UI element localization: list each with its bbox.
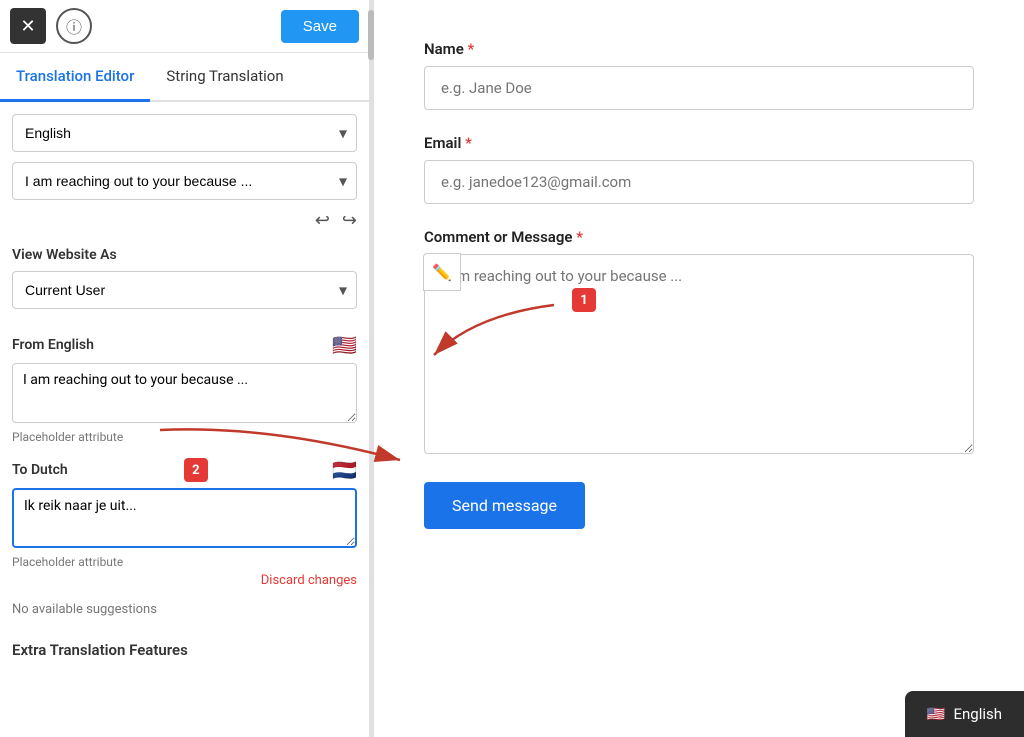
from-placeholder-attr-label: Placeholder attribute [12, 430, 357, 444]
step2-badge: 2 [184, 458, 208, 482]
extra-translation-title: Extra Translation Features [12, 631, 357, 659]
right-panel: Name * Email * Comment or Message * ✏️ [374, 0, 1024, 737]
to-dutch-title: To Dutch [12, 462, 68, 478]
view-as-dropdown-wrapper: Current User ▾ [12, 271, 357, 309]
step1-badge: 1 [572, 288, 596, 312]
name-required-star: * [468, 40, 475, 58]
to-placeholder-attr-label: Placeholder attribute [12, 555, 357, 569]
message-required-star: * [576, 228, 583, 246]
undo-button[interactable]: ↩ [315, 210, 330, 231]
view-website-as-label: View Website As [12, 247, 357, 263]
textarea-wrapper: ✏️ [424, 254, 974, 458]
string-dropdown[interactable]: I am reaching out to your because ... [12, 162, 357, 200]
send-message-button[interactable]: Send message [424, 482, 585, 529]
message-textarea[interactable] [424, 254, 974, 454]
close-button[interactable]: ✕ [10, 8, 46, 44]
language-badge-label: English [953, 705, 1002, 723]
to-dutch-header: To Dutch 2 🇳🇱 [12, 458, 357, 482]
undo-redo-bar: ↩ ↪ [12, 210, 357, 231]
tabs: Translation Editor String Translation [0, 53, 369, 102]
language-dropdown[interactable]: English [12, 114, 357, 152]
from-english-textarea[interactable]: I am reaching out to your because ... [12, 363, 357, 423]
no-suggestions-label: No available suggestions [12, 602, 357, 617]
email-label: Email * [424, 134, 974, 152]
form-container: Name * Email * Comment or Message * ✏️ [424, 40, 974, 529]
name-label: Name * [424, 40, 974, 58]
nl-flag-icon: 🇳🇱 [332, 458, 357, 482]
from-english-header: From English 🇺🇸 [12, 333, 357, 357]
view-website-as-section: View Website As Current User ▾ [12, 247, 357, 309]
to-dutch-section: To Dutch 2 🇳🇱 Ik reik naar je uit... Pla… [12, 458, 357, 588]
us-flag-badge-icon: 🇺🇸 [927, 705, 946, 723]
left-panel: ✕ ⓘ Save Translation Editor String Trans… [0, 0, 370, 737]
us-flag-icon: 🇺🇸 [332, 333, 357, 357]
info-button[interactable]: ⓘ [56, 8, 92, 44]
message-label: Comment or Message * [424, 228, 974, 246]
string-dropdown-wrapper: I am reaching out to your because ... ▾ [12, 162, 357, 200]
email-input[interactable] [424, 160, 974, 204]
to-dutch-textarea[interactable]: Ik reik naar je uit... [12, 488, 357, 548]
pencil-icon: ✏️ [432, 263, 452, 282]
save-button[interactable]: Save [281, 10, 359, 43]
language-dropdown-wrapper: English ▾ [12, 114, 357, 152]
from-english-title: From English [12, 337, 94, 353]
name-field: Name * [424, 40, 974, 110]
message-field: Comment or Message * ✏️ [424, 228, 974, 458]
email-field: Email * [424, 134, 974, 204]
discard-changes-link[interactable]: Discard changes [261, 573, 357, 588]
top-bar: ✕ ⓘ Save [0, 0, 369, 53]
language-badge[interactable]: 🇺🇸 English [905, 691, 1024, 737]
view-as-dropdown[interactable]: Current User [12, 271, 357, 309]
tab-string-translation[interactable]: String Translation [150, 53, 299, 102]
redo-button[interactable]: ↪ [342, 210, 357, 231]
edit-badge[interactable]: ✏️ [423, 253, 461, 291]
from-english-section: From English 🇺🇸 I am reaching out to you… [12, 333, 357, 444]
tab-translation-editor[interactable]: Translation Editor [0, 53, 150, 102]
discard-row: Discard changes [12, 573, 357, 588]
email-required-star: * [465, 134, 472, 152]
name-input[interactable] [424, 66, 974, 110]
left-scroll-area[interactable]: English ▾ I am reaching out to your beca… [0, 102, 369, 737]
